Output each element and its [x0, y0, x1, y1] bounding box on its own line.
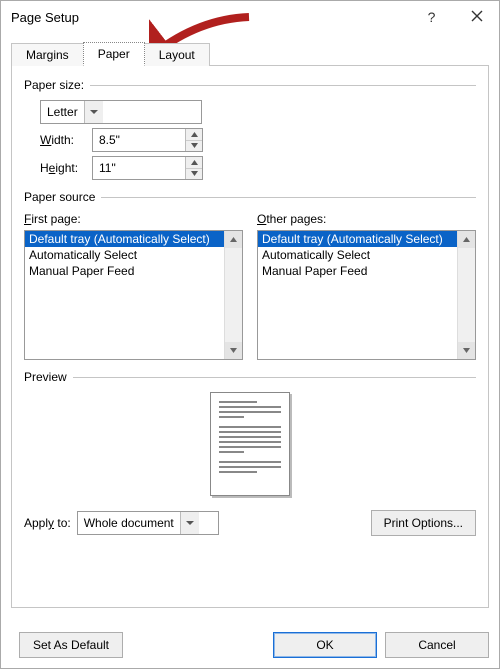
- tab-paper[interactable]: Paper: [83, 42, 145, 66]
- tab-margins[interactable]: Margins: [11, 43, 84, 66]
- paper-size-value: Letter: [41, 101, 84, 123]
- list-item[interactable]: Default tray (Automatically Select): [25, 231, 225, 247]
- page-preview-icon: [210, 392, 290, 496]
- first-page-label: First page:: [24, 212, 243, 226]
- apply-row: Apply to: Whole document Print Options..…: [24, 510, 476, 536]
- other-pages-label: Other pages:: [257, 212, 476, 226]
- paper-size-label: Paper size:: [24, 78, 88, 92]
- dialog-footer: Set As Default OK Cancel: [11, 632, 489, 658]
- first-page-column: First page: Default tray (Automatically …: [24, 212, 243, 360]
- first-page-listbox[interactable]: Default tray (Automatically Select) Auto…: [24, 230, 243, 360]
- tab-paper-content: Paper size: Letter Width:: [11, 66, 489, 608]
- scrollbar[interactable]: [457, 231, 475, 359]
- spin-up-icon[interactable]: [186, 157, 202, 169]
- apply-to-select[interactable]: Whole document: [77, 511, 219, 535]
- height-spinner[interactable]: [92, 156, 203, 180]
- spin-down-icon[interactable]: [186, 169, 202, 180]
- paper-size-group: Paper size: Letter Width:: [24, 78, 476, 180]
- apply-to-value: Whole document: [78, 512, 180, 534]
- scroll-down-icon[interactable]: [458, 342, 475, 359]
- other-pages-column: Other pages: Default tray (Automatically…: [257, 212, 476, 360]
- paper-source-label: Paper source: [24, 190, 99, 204]
- height-label: Height:: [40, 161, 92, 175]
- list-item[interactable]: Default tray (Automatically Select): [258, 231, 458, 247]
- list-item[interactable]: Manual Paper Feed: [25, 263, 225, 279]
- page-setup-dialog: Page Setup ? Margins Paper Layout: [0, 0, 500, 669]
- list-item[interactable]: Automatically Select: [25, 247, 225, 263]
- scroll-up-icon[interactable]: [225, 231, 242, 248]
- paper-source-group: Paper source First page: Default tray (A…: [24, 190, 476, 360]
- ok-button[interactable]: OK: [273, 632, 377, 658]
- chevron-down-icon[interactable]: [84, 101, 103, 123]
- spin-up-icon[interactable]: [186, 129, 202, 141]
- list-item[interactable]: Manual Paper Feed: [258, 263, 458, 279]
- height-input[interactable]: [93, 157, 185, 179]
- cancel-button[interactable]: Cancel: [385, 632, 489, 658]
- print-options-button[interactable]: Print Options...: [371, 510, 476, 536]
- help-icon: ?: [428, 9, 436, 25]
- help-button[interactable]: ?: [409, 1, 454, 33]
- scroll-down-icon[interactable]: [225, 342, 242, 359]
- chevron-down-icon[interactable]: [180, 512, 199, 534]
- preview-label: Preview: [24, 370, 71, 384]
- set-as-default-button[interactable]: Set As Default: [19, 632, 123, 658]
- width-input[interactable]: [93, 129, 185, 151]
- width-spinner[interactable]: [92, 128, 203, 152]
- scrollbar[interactable]: [224, 231, 242, 359]
- preview-group: Preview: [24, 370, 476, 496]
- close-button[interactable]: [454, 1, 499, 33]
- dialog-title: Page Setup: [11, 10, 79, 25]
- paper-size-select[interactable]: Letter: [40, 100, 202, 124]
- list-item[interactable]: Automatically Select: [258, 247, 458, 263]
- close-icon: [471, 9, 483, 25]
- apply-to-label: Apply to:: [24, 516, 71, 530]
- tab-layout[interactable]: Layout: [144, 43, 210, 66]
- scroll-up-icon[interactable]: [458, 231, 475, 248]
- other-pages-listbox[interactable]: Default tray (Automatically Select) Auto…: [257, 230, 476, 360]
- tab-strip: Margins Paper Layout: [11, 41, 489, 66]
- width-label: Width:: [40, 133, 92, 147]
- titlebar: Page Setup ?: [1, 1, 499, 33]
- spin-down-icon[interactable]: [186, 141, 202, 152]
